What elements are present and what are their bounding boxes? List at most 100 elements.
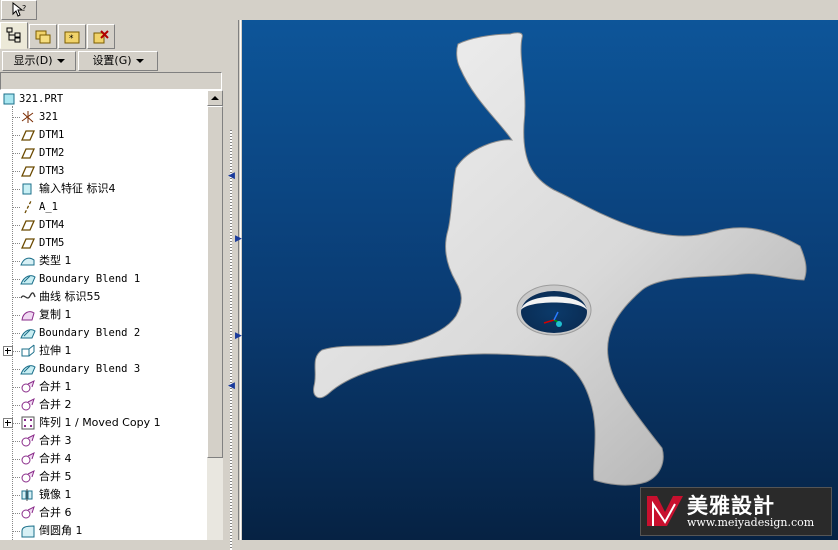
tree-connector (12, 405, 20, 406)
tree-item-label: 阵列 1 / Moved Copy 1 (39, 416, 161, 429)
part-icon (3, 93, 15, 105)
tree-item[interactable]: 类型 1 (0, 252, 207, 270)
tree-item[interactable]: 阵列 1 / Moved Copy 1 (0, 414, 207, 432)
tree-connector (12, 171, 20, 172)
scroll-up-button[interactable] (207, 90, 223, 106)
model-tree: 321.PRT 321 DTM1 DTM2 DTM3 输入特征 标识4 A_1 DTM4 DT… (0, 90, 207, 540)
tree-connector (12, 477, 20, 478)
tree-item-label: Boundary Blend 1 (39, 273, 141, 285)
tree-scrollbar[interactable] (207, 90, 223, 540)
tree-item[interactable]: 复制 1 (0, 306, 207, 324)
tree-item-label: DTM2 (39, 147, 65, 159)
import-feature-icon (22, 183, 32, 195)
select-arrow-icon: ? (12, 2, 26, 17)
tree-item[interactable]: 倒圆角 1 (0, 522, 207, 540)
tree-item[interactable]: Boundary Blend 3 (0, 360, 207, 378)
tree-item[interactable]: 拉伸 1 (0, 342, 207, 360)
tree-item-label: Boundary Blend 2 (39, 327, 141, 339)
connections-icon (93, 30, 109, 44)
tree-item[interactable]: 曲线 标识55 (0, 288, 207, 306)
datum-plane-icon (20, 130, 36, 141)
chevron-down-icon (135, 59, 144, 63)
collapse-left-icon[interactable]: ◀ (228, 172, 235, 181)
round-icon (21, 525, 35, 538)
tree-item[interactable]: DTM2 (0, 144, 207, 162)
splitter-grip (230, 130, 232, 550)
tree-item-label: 合并 3 (39, 434, 72, 447)
settings-menu-label: 设置(G) (92, 54, 132, 67)
tree-item-label: 合并 2 (39, 398, 72, 411)
collapse-left-icon[interactable]: ◀ (228, 382, 235, 391)
tree-item[interactable]: DTM3 (0, 162, 207, 180)
panel-splitter[interactable]: ◀ ▶ ▶ ◀ (226, 20, 242, 550)
folder-browser-icon (35, 30, 51, 44)
tree-item[interactable]: 合并 5 (0, 468, 207, 486)
tree-item[interactable]: 输入特征 标识4 (0, 180, 207, 198)
tree-item-label: 拉伸 1 (39, 344, 72, 357)
top-toolbar: ? (0, 0, 838, 20)
expand-toggle-icon[interactable] (3, 418, 13, 428)
tab-connections[interactable] (87, 24, 115, 49)
tree-connector (12, 117, 20, 118)
surface-icon (20, 257, 35, 266)
tree-item-label: DTM3 (39, 165, 65, 177)
extrude-icon (21, 344, 35, 357)
boundary-blend-icon (20, 365, 36, 375)
tree-root[interactable]: 321.PRT (0, 90, 207, 108)
pattern-icon (21, 416, 35, 430)
tree-item[interactable]: 镜像 1 (0, 486, 207, 504)
tab-model-tree[interactable] (0, 22, 28, 49)
copy-icon (21, 311, 35, 321)
tree-connector (12, 135, 20, 136)
spider-part-model[interactable] (242, 20, 838, 540)
boundary-blend-icon (20, 329, 36, 339)
tree-root-label: 321.PRT (19, 93, 64, 105)
tree-connector (12, 261, 20, 262)
tree-item[interactable]: Boundary Blend 1 (0, 270, 207, 288)
select-tool-button[interactable]: ? (1, 0, 37, 20)
tree-item[interactable]: Boundary Blend 2 (0, 324, 207, 342)
favorites-icon: * (64, 31, 80, 44)
scroll-thumb[interactable] (207, 106, 223, 458)
boundary-blend-icon (20, 275, 36, 285)
tab-folder-browser[interactable] (29, 24, 57, 49)
merge-icon (21, 452, 35, 465)
meiya-logo-icon (647, 496, 683, 526)
tree-connector (12, 279, 20, 280)
tree-connector (12, 369, 20, 370)
tree-item-label: 合并 5 (39, 470, 72, 483)
tree-connector (12, 153, 20, 154)
tree-item[interactable]: 合并 4 (0, 450, 207, 468)
tree-connector (12, 297, 20, 298)
display-menu-label: 显示(D) (13, 54, 53, 67)
splitter-edge (238, 20, 239, 540)
tree-item-label: 合并 4 (39, 452, 72, 465)
tree-item-label: DTM5 (39, 237, 65, 249)
tree-item[interactable]: 合并 6 (0, 504, 207, 522)
tree-item-label: A_1 (39, 201, 58, 213)
tree-connector (12, 189, 20, 190)
tree-item[interactable]: 合并 1 (0, 378, 207, 396)
tree-item[interactable]: DTM1 (0, 126, 207, 144)
chevron-down-icon (56, 59, 65, 63)
graphics-viewport[interactable] (242, 20, 838, 540)
tree-item-label: 输入特征 标识4 (39, 182, 116, 195)
tree-item[interactable]: 合并 2 (0, 396, 207, 414)
expand-toggle-icon[interactable] (3, 346, 13, 356)
expand-right-icon[interactable]: ▶ (235, 235, 242, 244)
tree-connector (12, 243, 20, 244)
tree-item[interactable]: 321 (0, 108, 207, 126)
settings-menu-button[interactable]: 设置(G) (78, 51, 158, 71)
tree-item[interactable]: DTM4 (0, 216, 207, 234)
tree-connector (12, 495, 20, 496)
display-menu-button[interactable]: 显示(D) (2, 51, 76, 71)
tree-column-header[interactable] (0, 72, 222, 90)
expand-right-icon[interactable]: ▶ (235, 332, 242, 341)
scroll-up-icon (211, 96, 219, 100)
tree-item-label: 倒圆角 1 (39, 524, 83, 537)
tree-item[interactable]: DTM5 (0, 234, 207, 252)
svg-text:*: * (69, 34, 74, 44)
tree-item[interactable]: A_1 (0, 198, 207, 216)
tree-item[interactable]: 合并 3 (0, 432, 207, 450)
tab-favorites[interactable]: * (58, 24, 86, 49)
